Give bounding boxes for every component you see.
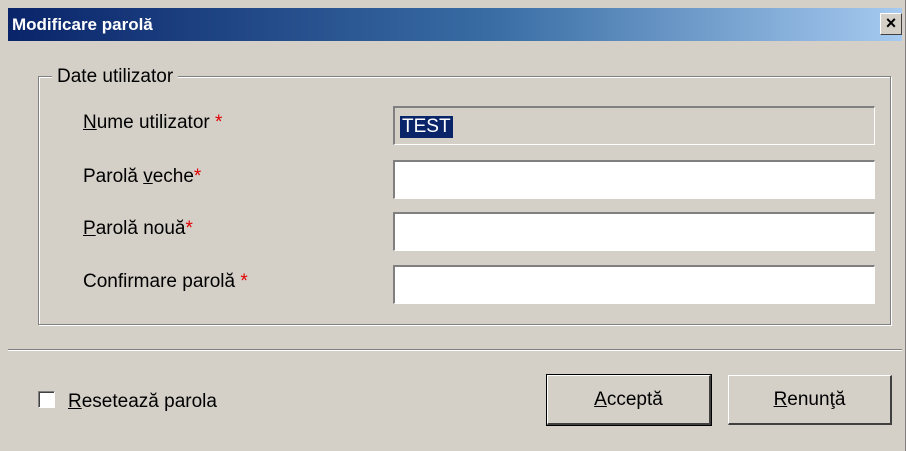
change-password-dialog: Modificare parolă × Date utilizator Nume…: [0, 0, 906, 451]
close-icon: ×: [885, 13, 897, 33]
cancel-button[interactable]: Renunţă: [728, 375, 892, 425]
username-value: TEST: [400, 116, 453, 138]
new-password-input[interactable]: [393, 212, 875, 251]
title-bar[interactable]: Modificare parolă ×: [8, 8, 902, 41]
old-password-label: Parolă veche*: [83, 166, 202, 187]
required-star: *: [193, 166, 202, 187]
group-legend: Date utilizator: [52, 66, 179, 88]
required-star: *: [209, 112, 223, 133]
old-password-input[interactable]: [393, 160, 875, 199]
reset-password-label[interactable]: Resetează parola: [68, 391, 217, 413]
username-field: TEST: [393, 106, 875, 145]
required-star: *: [185, 218, 193, 239]
new-password-label: Parolă nouă*: [83, 218, 193, 239]
username-label: Nume utilizator *: [83, 112, 223, 133]
reset-password-checkbox[interactable]: [38, 391, 55, 408]
close-button[interactable]: ×: [880, 13, 902, 35]
confirm-password-label: Confirmare parolă *: [83, 271, 248, 292]
confirm-password-input[interactable]: [393, 265, 875, 304]
window-title: Modificare parolă: [12, 15, 153, 34]
accept-button[interactable]: Acceptă: [546, 374, 712, 426]
required-star: *: [235, 271, 248, 292]
separator: [8, 349, 902, 351]
